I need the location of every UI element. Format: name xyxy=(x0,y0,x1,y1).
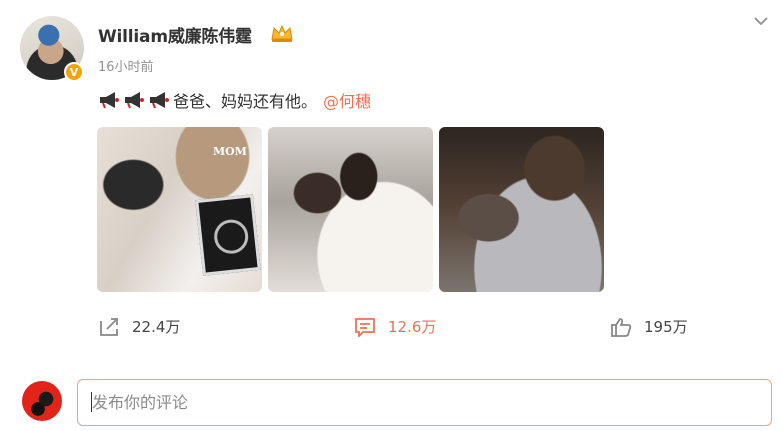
author-name[interactable]: William威廉陈伟霆 xyxy=(98,22,252,47)
current-user-avatar[interactable] xyxy=(22,381,62,421)
chevron-down-icon[interactable] xyxy=(752,14,770,28)
post-photo-1[interactable]: MOM xyxy=(97,127,262,292)
comment-count: 12.6万 xyxy=(388,318,437,336)
megaphone-icon xyxy=(125,92,144,109)
like-icon xyxy=(611,317,632,337)
verified-badge-icon: V xyxy=(64,62,84,82)
share-count: 22.4万 xyxy=(132,318,181,336)
share-icon xyxy=(100,317,118,336)
megaphone-icon xyxy=(150,92,169,109)
mention-link[interactable]: @何穗 xyxy=(323,88,371,112)
comment-input[interactable] xyxy=(77,379,772,426)
megaphone-icon xyxy=(100,92,119,109)
like-count: 195万 xyxy=(644,318,688,336)
comment-icon xyxy=(355,317,375,337)
post-timestamp[interactable]: 16小时前 xyxy=(98,56,154,75)
vip-crown-icon[interactable] xyxy=(270,23,294,43)
like-button[interactable]: 195万 xyxy=(610,316,688,337)
post-photo-3[interactable] xyxy=(439,127,604,292)
cap-text: MOM xyxy=(213,145,247,158)
share-button[interactable]: 22.4万 xyxy=(98,316,180,337)
ultrasound-photo xyxy=(195,194,261,276)
comment-button[interactable]: 12.6万 xyxy=(354,316,436,337)
text-caret xyxy=(91,392,92,412)
post-photo-2[interactable] xyxy=(268,127,433,292)
post-text: 爸爸、妈妈还有他。 @何穗 xyxy=(98,88,371,112)
post-body: 爸爸、妈妈还有他。 xyxy=(173,92,318,111)
